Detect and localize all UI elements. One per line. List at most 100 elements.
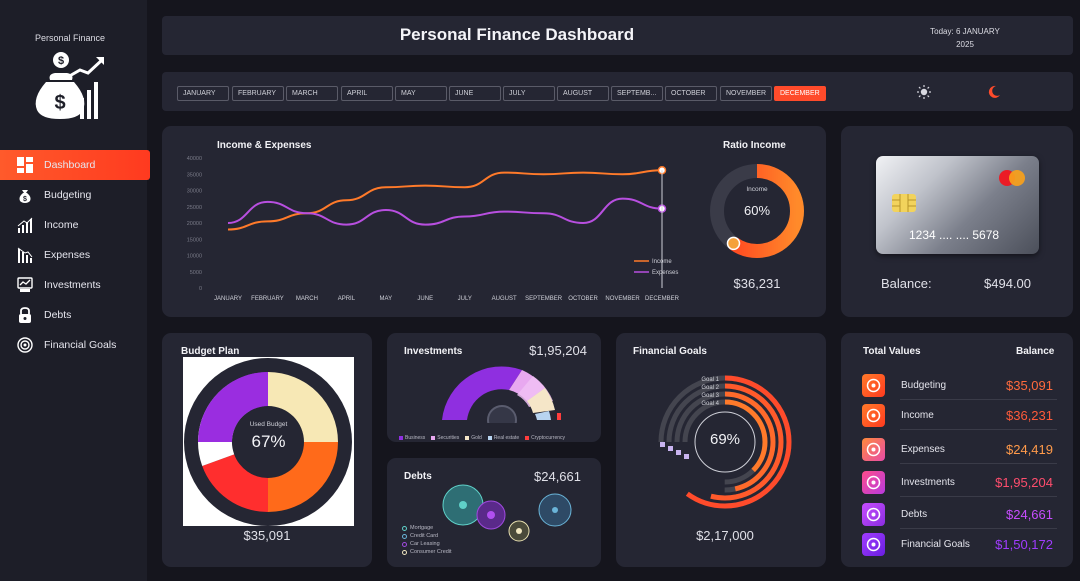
- month-tab-april[interactable]: APRIL: [341, 86, 393, 101]
- total-values-row-debts[interactable]: Debts $24,661: [862, 499, 1057, 529]
- legend-label: Income: [652, 259, 672, 265]
- total-values-amount: $35,091: [1006, 378, 1053, 393]
- x-tick-label: NOVEMBER: [605, 296, 640, 302]
- investments-legend-item: Securities: [431, 435, 459, 441]
- goal-marker: [684, 454, 689, 459]
- legend-label: Expenses: [652, 270, 678, 276]
- investments-legend-item: Gold: [465, 435, 482, 441]
- target-icon: [16, 336, 34, 354]
- goal-marker: [676, 450, 681, 455]
- month-tab-october[interactable]: OCTOBER: [665, 86, 717, 101]
- card-chip-icon: [892, 194, 916, 212]
- sidebar-item-investments[interactable]: Investments: [0, 270, 150, 300]
- budget-plan-panel: Budget Plan Used Budget 67% $35,091: [162, 333, 372, 567]
- budget-plan-amount: $35,091: [243, 528, 291, 543]
- goal-marker: [668, 446, 673, 451]
- investments-legend-item: Cryptocurrency: [525, 435, 565, 441]
- sidebar: Personal Finance $ $ Dashboard $ Budgeti…: [0, 0, 150, 581]
- sidebar-item-expenses[interactable]: Expenses: [0, 240, 150, 270]
- balance-label: Balance:: [881, 276, 932, 291]
- target-icon: [862, 533, 885, 556]
- sidebar-item-income[interactable]: Income: [0, 210, 150, 240]
- x-tick-label: JANUARY: [214, 296, 242, 302]
- month-tab-august[interactable]: AUGUST: [557, 86, 609, 101]
- money-bag-logo-icon: $ $: [35, 52, 104, 119]
- x-tick-label: OCTOBER: [568, 296, 598, 302]
- svg-text:$: $: [54, 92, 65, 114]
- legend-swatch: [402, 533, 407, 539]
- svg-text:$: $: [23, 196, 27, 203]
- budget-center-label: Used Budget: [249, 421, 288, 428]
- debts-legend-item: Car Leasing: [402, 540, 482, 548]
- debts-panel: Debts $24,661 Mortgage Credit Card Car Lea…: [387, 458, 601, 567]
- month-tab-november[interactable]: NOVEMBER: [720, 86, 772, 101]
- month-tab-june[interactable]: JUNE: [449, 86, 501, 101]
- total-values-row-income[interactable]: Income $36,231: [862, 400, 1057, 430]
- x-tick-label: MARCH: [296, 296, 318, 302]
- credit-card[interactable]: 1234 .... .... 5678: [876, 156, 1039, 254]
- money-bag-icon: $: [16, 186, 34, 204]
- dashboard-app: Personal Finance $ $ Dashboard $ Budgeti…: [0, 0, 1080, 581]
- page-title: Personal Finance Dashboard: [399, 25, 635, 44]
- x-tick-label: DECEMBER: [645, 296, 680, 302]
- legend-swatch: [525, 436, 530, 440]
- sidebar-item-dashboard[interactable]: Dashboard: [0, 150, 150, 180]
- legend-swatch: [487, 436, 492, 440]
- balance-header: Balance: [1016, 346, 1055, 357]
- row-divider: [900, 429, 1057, 430]
- debts-legend-item: Mortgage: [402, 524, 482, 532]
- month-tab-may[interactable]: MAY: [395, 86, 447, 101]
- legend-swatch: [402, 541, 407, 547]
- month-tab-december[interactable]: DECEMBER: [774, 86, 826, 101]
- legend-label: Business: [405, 435, 426, 441]
- financial-goals-amount: $2,17,000: [696, 528, 754, 543]
- month-tab-septemb[interactable]: SEPTEMB...: [611, 86, 663, 101]
- sidebar-item-financial-goals[interactable]: Financial Goals: [0, 330, 150, 360]
- card-panel: 1234 .... .... 5678 Balance: $494.00: [841, 126, 1073, 317]
- month-tab-february[interactable]: FEBRUARY: [232, 86, 284, 101]
- month-tab-january[interactable]: JANUARY: [177, 86, 229, 101]
- donut-end-knob: [726, 236, 741, 251]
- total-values-row-investments[interactable]: Investments $1,95,204: [862, 467, 1057, 497]
- sidebar-item-label: Dashboard: [44, 159, 96, 171]
- legend-swatch: [465, 436, 470, 440]
- x-tick-label: AUGUST: [492, 296, 517, 302]
- total-values-row-budgeting[interactable]: Budgeting $35,091: [862, 370, 1057, 400]
- y-tick-label: 10000: [187, 254, 202, 260]
- today-date: Today: 6 JANUARY 2025: [925, 25, 1005, 51]
- moon-icon[interactable]: [986, 84, 1002, 100]
- sidebar-item-label: Income: [44, 219, 79, 231]
- balance-value: $494.00: [984, 276, 1031, 291]
- total-values-amount: $1,50,172: [995, 537, 1053, 552]
- y-tick-label: 0: [199, 286, 202, 292]
- legend-swatch: [402, 549, 407, 555]
- sun-icon[interactable]: [916, 84, 932, 100]
- sidebar-item-label: Investments: [44, 279, 101, 291]
- month-tab-july[interactable]: JULY: [503, 86, 555, 101]
- investments-legend: Business Securities Gold Real estate Cryptoc…: [399, 427, 599, 441]
- investments-crypto-segment: [557, 413, 561, 420]
- x-tick-label: JUNE: [417, 296, 433, 302]
- income-expenses-chart: 0 5000 10000 15000 20000 25000 30000 35000 40000…: [187, 156, 680, 302]
- y-tick-label: 15000: [187, 237, 202, 243]
- sidebar-item-budgeting[interactable]: $ Budgeting: [0, 180, 150, 210]
- total-values-amount: $1,95,204: [995, 475, 1053, 490]
- series-line-expenses: [227, 197, 663, 226]
- total-values-row-financial-goals[interactable]: Financial Goals $1,50,172: [862, 529, 1057, 559]
- ratio-center-value: 60%: [743, 203, 771, 218]
- budget-plan-title: Budget Plan: [181, 346, 240, 357]
- total-values-amount: $24,419: [1006, 442, 1053, 457]
- x-tick-label: JULY: [458, 296, 472, 302]
- legend-label: Car Leasing: [410, 541, 440, 547]
- legend-label: Mortgage: [410, 525, 434, 531]
- legend-swatch: [431, 436, 436, 440]
- month-tab-march[interactable]: MARCH: [286, 86, 338, 101]
- brand-title: Personal Finance: [34, 33, 106, 43]
- total-values-row-expenses[interactable]: Expenses $24,419: [862, 434, 1057, 464]
- bar-growth-icon: [16, 216, 34, 234]
- goal-label: Goal 1: [701, 377, 719, 383]
- total-values-amount: $24,661: [1006, 507, 1053, 522]
- mastercard-logo-icon: [999, 170, 1025, 186]
- investment-icon: [862, 471, 885, 494]
- sidebar-item-debts[interactable]: Debts: [0, 300, 150, 330]
